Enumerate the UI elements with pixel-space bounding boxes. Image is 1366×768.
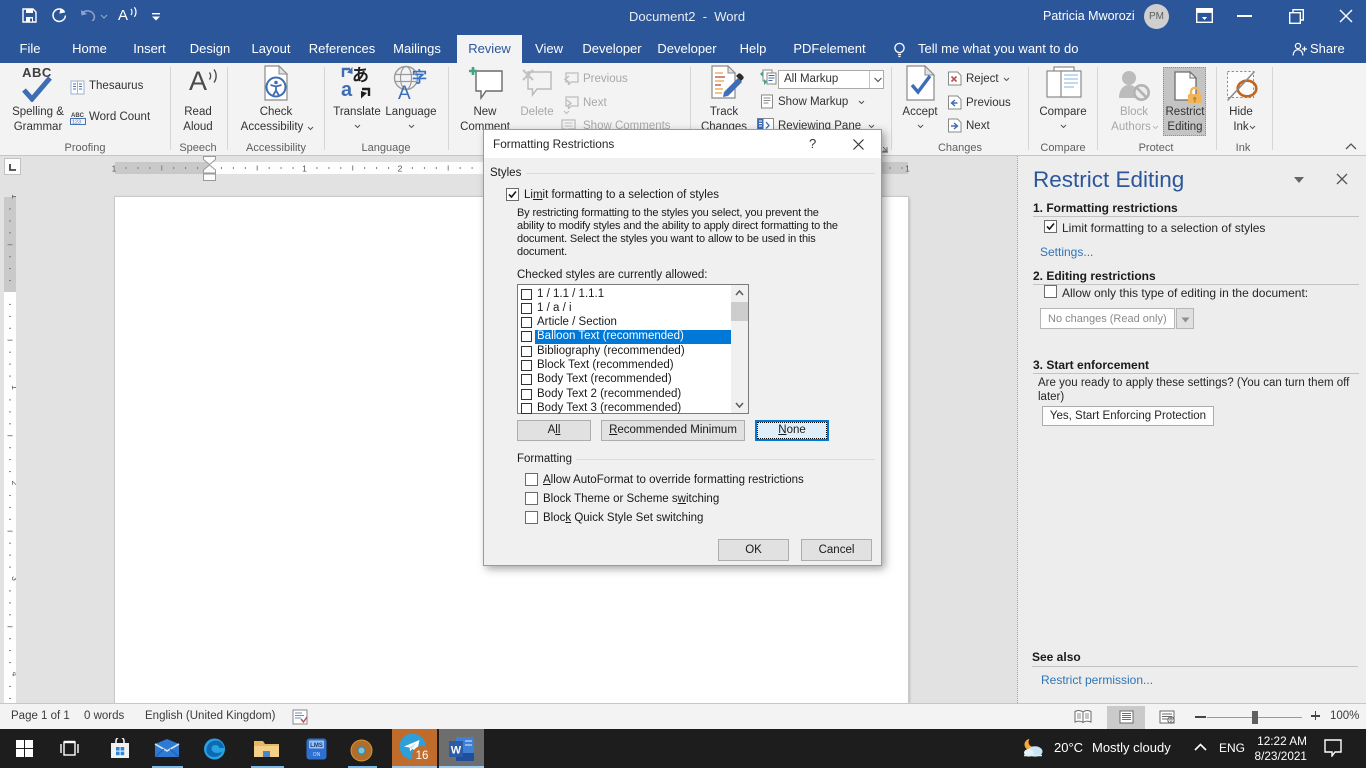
svg-text:3: 3 xyxy=(10,576,16,581)
svg-text:1: 1 xyxy=(112,164,117,174)
svg-text:字: 字 xyxy=(412,68,427,86)
svg-text:1: 1 xyxy=(905,164,910,174)
svg-text:2: 2 xyxy=(10,481,16,486)
svg-text:あ: あ xyxy=(352,66,369,85)
svg-text:1: 1 xyxy=(10,194,16,199)
svg-text:W: W xyxy=(451,745,462,757)
svg-text:1: 1 xyxy=(302,164,307,174)
svg-text:123: 123 xyxy=(72,120,81,125)
svg-text:4: 4 xyxy=(10,672,16,677)
svg-text:2: 2 xyxy=(398,164,403,174)
svg-text:A: A xyxy=(398,83,411,101)
svg-text:LMS: LMS xyxy=(310,743,323,749)
svg-text:1: 1 xyxy=(10,385,16,390)
svg-text:a: a xyxy=(341,79,353,101)
svg-text:ON: ON xyxy=(313,752,321,758)
